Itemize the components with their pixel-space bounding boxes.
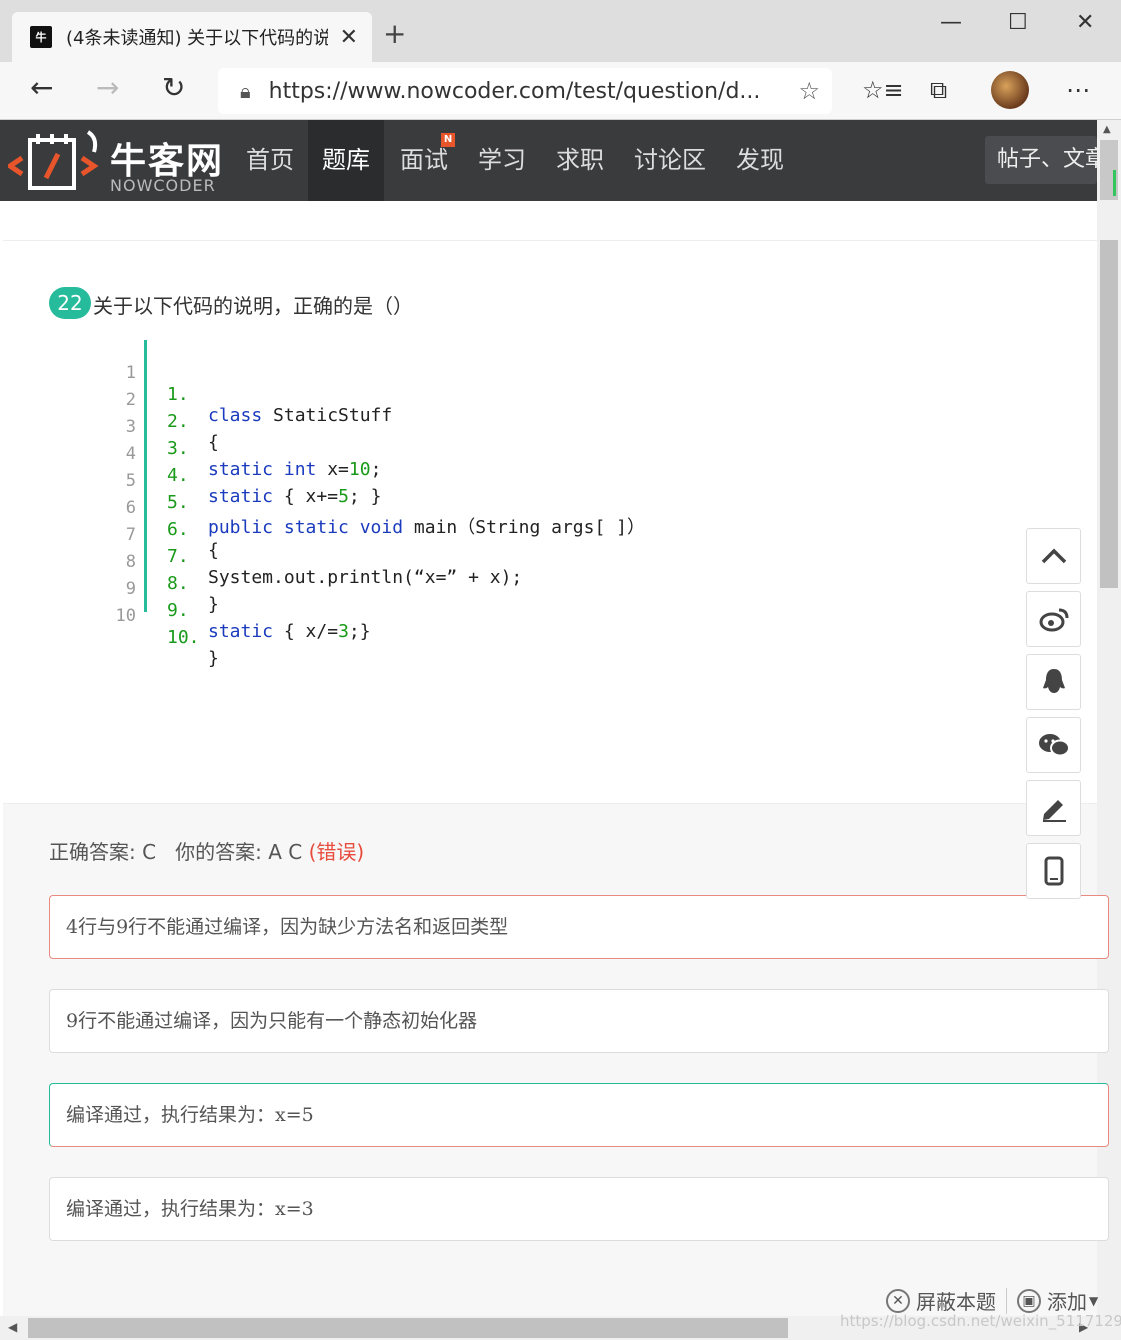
code-line: 7 7. System.out.println(“x=” + x); [110,504,523,588]
content-top-band [3,201,1097,241]
new-tab-icon[interactable]: + [383,20,406,48]
browser-tab-bar: 牛 (4条未读通知) 关于以下代码的说 ✕ + — ☐ ✕ [0,0,1121,62]
add-to-notebook-button[interactable]: 添加 [1047,1286,1087,1315]
browser-toolbar: ← → ↻ 🔒︎ https://www.nowcoder.com/test/q… [0,62,1121,120]
vertical-scrollbar-thumb[interactable] [1100,240,1118,588]
answer-status: (错误) [308,840,365,864]
option-a[interactable]: 4行与9行不能通过编译，因为缺少方法名和返回类型 [49,895,1109,959]
favorites-list-icon[interactable]: ☆≡ [862,76,904,104]
maximize-icon[interactable]: ☐ [1008,10,1028,35]
code-line: 4 4. static { x+=5; } [110,423,382,507]
browser-tab[interactable]: 牛 (4条未读通知) 关于以下代码的说 ✕ [12,12,372,62]
favorite-star-icon[interactable]: ☆ [798,77,820,105]
nav-home[interactable]: 首页 [232,120,308,201]
code-line: 6 6. { [110,477,219,561]
line-number: 10. [167,627,200,648]
code-line: 9 9. static { x/=3;} [110,558,371,642]
your-answer-label: 你的答案: A C [175,840,303,864]
question-title: 关于以下代码的说明，正确的是（） [93,294,413,318]
line-number: 9. [167,600,189,621]
collections-icon[interactable]: ⧉ [930,76,947,104]
code-text: class StaticStuff [208,405,393,426]
question-number-badge: 22 [49,287,91,319]
site-search-input[interactable]: 帖子、文章 [985,136,1097,184]
code-text: } [208,594,219,615]
url-text: https://www.nowcoder.com/test/question/d… [268,78,761,104]
weibo-share-icon[interactable] [1026,591,1081,647]
edit-note-icon[interactable] [1026,780,1081,836]
profile-avatar[interactable] [991,71,1029,109]
code-text: public static void main（String args[ ]） [208,517,645,538]
correct-answer-label: 正确答案: C [49,840,157,864]
option-d[interactable]: 编译通过，执行结果为：x=3 [49,1177,1109,1241]
nav-discover[interactable]: 发现 [722,120,798,201]
line-number: 2. [167,411,189,432]
code-line: 3 3. static int x=10; [110,396,382,480]
answer-summary: 正确答案: C 你的答案: A C (错误) [49,836,364,865]
line-number: 3. [167,438,189,459]
option-c[interactable]: 编译通过，执行结果为：x=5 [49,1083,1109,1147]
code-text: System.out.println(“x=” + x); [208,567,523,588]
code-line: 2 2. { [110,369,219,453]
line-number: 4. [167,465,189,486]
wechat-share-icon[interactable] [1026,717,1081,773]
code-text: { [208,432,219,453]
close-tab-icon[interactable]: ✕ [340,25,358,50]
line-number: 1. [167,384,189,405]
address-bar[interactable]: 🔒︎ https://www.nowcoder.com/test/questio… [218,68,832,114]
scroll-left-arrow-icon[interactable]: ◀ [8,1320,17,1334]
nowcoder-favicon-icon: 牛 [30,26,52,48]
divider [1006,1287,1007,1314]
line-number: 5. [167,492,189,513]
block-icon: ✕ [886,1288,910,1313]
back-to-top-icon[interactable] [1026,528,1081,584]
more-options-icon[interactable]: ⋯ [1066,76,1090,104]
site-header: 牛客网 NOWCODER 首页 题库 面试 N 学习 求职 讨论区 发现 帖子、… [0,120,1097,201]
nav-question-bank[interactable]: 题库 [308,120,384,201]
nav-learn[interactable]: 学习 [464,120,540,201]
new-badge: N [441,133,455,147]
line-number: 8. [167,573,189,594]
watermark-text: https://blog.csdn.net/weixin_5117129 [840,1312,1121,1330]
forward-icon[interactable]: → [96,74,119,102]
code-text: } [208,648,219,669]
code-text: { [208,540,219,561]
option-b[interactable]: 9行不能通过编译，因为只能有一个静态初始化器 [49,989,1109,1053]
code-line: 10 10. } [110,585,219,669]
bottom-actions: ✕ 屏蔽本题 ▣ 添加 ▼ [886,1286,1098,1315]
code-line: 1 1. class StaticStuff [110,342,392,426]
chevron-down-icon[interactable]: ▼ [1089,1294,1098,1308]
minimize-icon[interactable]: — [940,10,962,35]
line-number: 6. [167,519,189,540]
qq-share-icon[interactable] [1026,654,1081,710]
code-line: 8 8. } [110,531,219,615]
scroll-up-arrow-icon[interactable]: ▲ [1103,124,1111,135]
nowcoder-logo-icon[interactable] [8,128,103,193]
line-gutter-number: 10 [115,606,136,626]
lock-icon: 🔒︎ [240,79,251,103]
code-text: static { x+=5; } [208,486,382,507]
horizontal-scrollbar-thumb[interactable] [28,1318,788,1338]
back-icon[interactable]: ← [30,74,53,102]
nav-jobs[interactable]: 求职 [542,120,618,201]
code-line: 5 5. public static void main（String args… [110,450,645,538]
scrollbar-indicator [1113,170,1116,196]
nav-discuss[interactable]: 讨论区 [620,120,720,201]
notebook-icon: ▣ [1017,1288,1041,1313]
refresh-icon[interactable]: ↻ [162,74,185,102]
line-number: 7. [167,546,189,567]
code-text: static int x=10; [208,459,382,480]
close-window-icon[interactable]: ✕ [1076,10,1094,35]
logo-text-en: NOWCODER [110,176,216,195]
tab-title: (4条未读通知) 关于以下代码的说 [65,28,328,49]
code-text: static { x/=3;} [208,621,371,642]
mobile-icon[interactable] [1026,843,1081,899]
hide-question-button[interactable]: 屏蔽本题 [916,1286,996,1315]
